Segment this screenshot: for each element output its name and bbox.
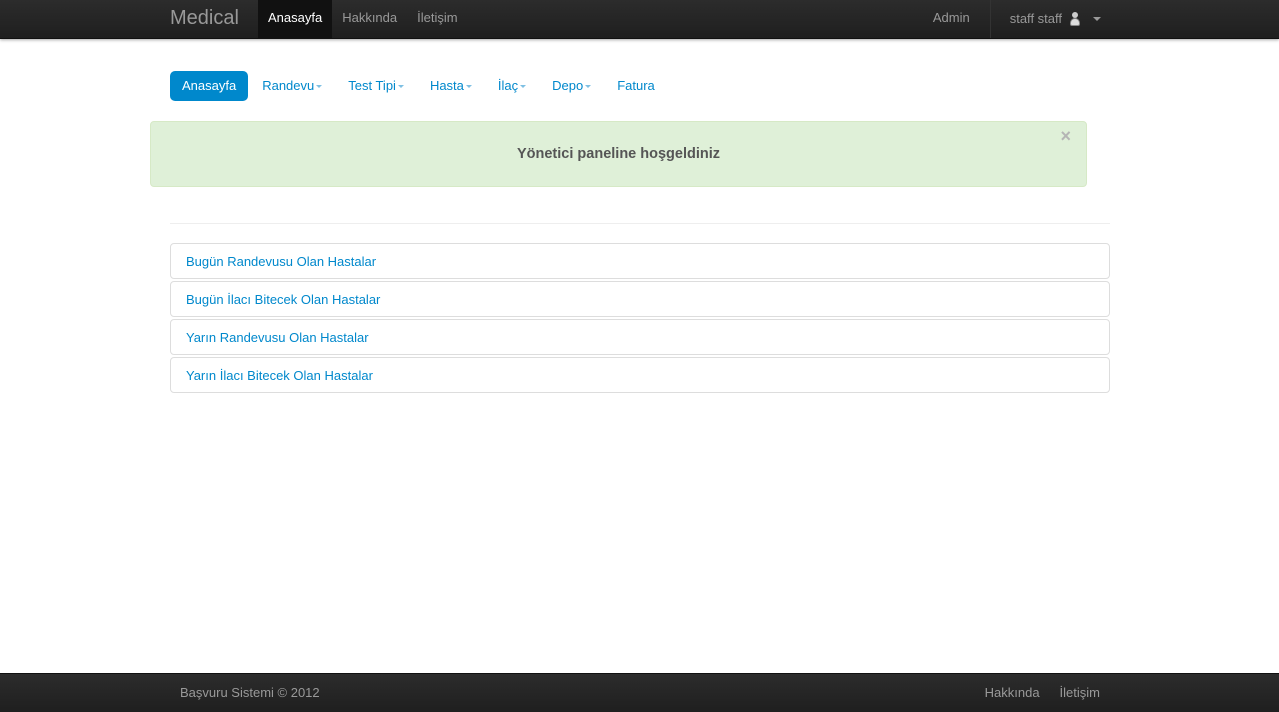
footer: Başvuru Sistemi © 2012 Hakkında İletişim bbox=[0, 673, 1279, 712]
alert-message: Yönetici paneline hoşgeldiniz bbox=[516, 146, 721, 162]
top-navbar: Medical Anasayfa Hakkında İletişim Admin… bbox=[0, 0, 1279, 39]
list-item-today-appointments[interactable]: Bugün Randevusu Olan Hastalar bbox=[170, 243, 1110, 279]
top-right-nav: Admin staff staff bbox=[913, 0, 1279, 38]
menu-item-label: Depo bbox=[552, 78, 584, 93]
chevron-down-icon bbox=[1093, 17, 1101, 21]
list-item-today-medicine-ending[interactable]: Bugün İlacı Bitecek Olan Hastalar bbox=[170, 281, 1110, 317]
chevron-down-icon bbox=[397, 85, 404, 89]
footer-link-hakkinda[interactable]: Hakkında bbox=[985, 685, 1040, 700]
close-icon[interactable]: × bbox=[1060, 126, 1071, 146]
welcome-alert: Yönetici paneline hoşgeldiniz × bbox=[150, 121, 1087, 187]
menu-item-ilac[interactable]: İlaç bbox=[486, 71, 538, 101]
chevron-down-icon bbox=[465, 85, 472, 89]
main-menu: Anasayfa Randevu Test Tipi Hasta İlaç De… bbox=[170, 71, 667, 101]
menu-item-anasayfa[interactable]: Anasayfa bbox=[170, 71, 249, 101]
chevron-down-icon bbox=[316, 85, 323, 89]
chevron-down-icon bbox=[520, 85, 527, 89]
list-item-tomorrow-appointments[interactable]: Yarın Randevusu Olan Hastalar bbox=[170, 319, 1110, 355]
menu-item-test-tipi[interactable]: Test Tipi bbox=[336, 71, 416, 101]
menu-item-label: Anasayfa bbox=[182, 78, 237, 93]
menu-item-label: Randevu bbox=[262, 78, 315, 93]
chevron-down-icon bbox=[585, 85, 592, 89]
menu-item-randevu[interactable]: Randevu bbox=[250, 71, 334, 101]
footer-link-iletisim[interactable]: İletişim bbox=[1060, 685, 1100, 700]
top-nav-item-anasayfa[interactable]: Anasayfa bbox=[258, 0, 333, 38]
list-item-tomorrow-medicine-ending[interactable]: Yarın İlacı Bitecek Olan Hastalar bbox=[170, 357, 1110, 393]
patient-list: Bugün Randevusu Olan Hastalar Bugün İlac… bbox=[170, 243, 1110, 395]
menu-item-fatura[interactable]: Fatura bbox=[605, 71, 667, 101]
menu-item-label: Test Tipi bbox=[348, 78, 396, 93]
divider bbox=[170, 223, 1110, 224]
top-nav-item-hakkinda[interactable]: Hakkında bbox=[332, 0, 407, 38]
admin-link[interactable]: Admin bbox=[913, 0, 990, 38]
menu-item-depo[interactable]: Depo bbox=[540, 71, 603, 101]
user-name: staff staff bbox=[1009, 11, 1062, 26]
brand-logo[interactable]: Medical bbox=[170, 7, 239, 30]
footer-copyright: Başvuru Sistemi © 2012 bbox=[180, 685, 320, 700]
top-nav: Anasayfa Hakkında İletişim bbox=[258, 0, 468, 38]
menu-item-label: İlaç bbox=[497, 78, 519, 93]
menu-item-hasta[interactable]: Hasta bbox=[418, 71, 484, 101]
menu-item-label: Hasta bbox=[429, 78, 464, 93]
top-nav-item-iletisim[interactable]: İletişim bbox=[407, 0, 467, 38]
user-menu[interactable]: staff staff bbox=[991, 0, 1279, 38]
menu-item-label: Fatura bbox=[617, 78, 655, 93]
footer-links: Hakkında İletişim bbox=[985, 685, 1100, 700]
user-icon bbox=[1069, 12, 1081, 26]
